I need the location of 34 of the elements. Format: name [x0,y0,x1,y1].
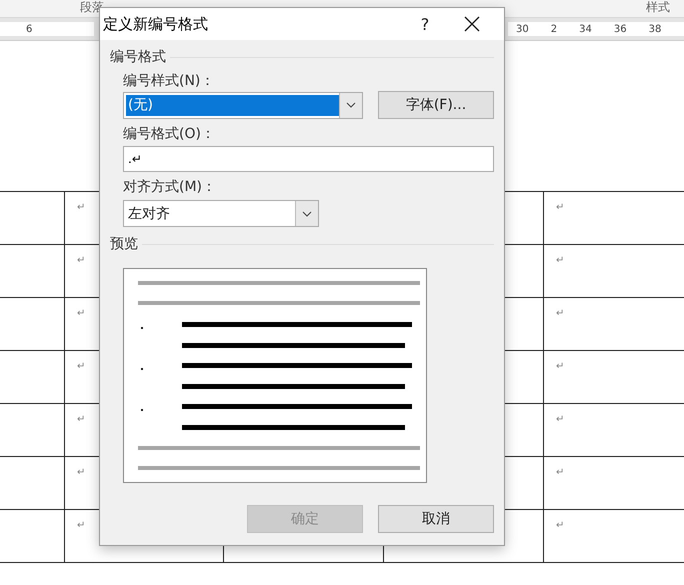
ruler-number: 34 [579,24,592,34]
table-cell [0,457,65,510]
window-title: 定义新编号格式 [103,14,209,34]
ruler-number: 38 [648,24,662,34]
table-cell: ↵ [544,404,684,457]
table-cell [0,510,65,563]
chevron-down-icon [302,210,312,216]
help-button[interactable]: ? [410,14,440,34]
ruler-number: 6 [26,24,32,34]
ruler-number: 30 [516,24,529,34]
selected-option: (无) [126,94,339,116]
table-cell: ↵ [544,457,684,510]
field-label: 编号格式(O)： [123,125,216,144]
alignment-dropdown[interactable]: 左对齐 [123,200,319,227]
table-cell: ↵ [544,510,684,563]
table-cell [0,351,65,404]
number-format-field[interactable]: .↵ [123,146,494,172]
ruler-number: 36 [614,24,627,34]
table-cell: ↵ [544,192,684,245]
table-cell: ↵ [544,245,684,298]
font-button[interactable]: 字体(F)... [378,91,494,119]
table-cell: ↵ [544,298,684,351]
table-cell: ↵ [544,351,684,404]
cancel-button[interactable]: 取消 [378,505,494,533]
number-style-dropdown[interactable]: (无) [123,92,363,118]
table-cell [0,245,65,298]
table-cell [0,298,65,351]
close-icon [464,16,480,32]
ruler-number: 2 [550,24,558,34]
group-label: 编号格式 [110,48,166,66]
table-cell [0,404,65,457]
chevron-down-icon [346,102,356,108]
ribbon-group-label: 样式 [646,0,670,15]
field-label: 编号样式(N)： [123,72,216,91]
